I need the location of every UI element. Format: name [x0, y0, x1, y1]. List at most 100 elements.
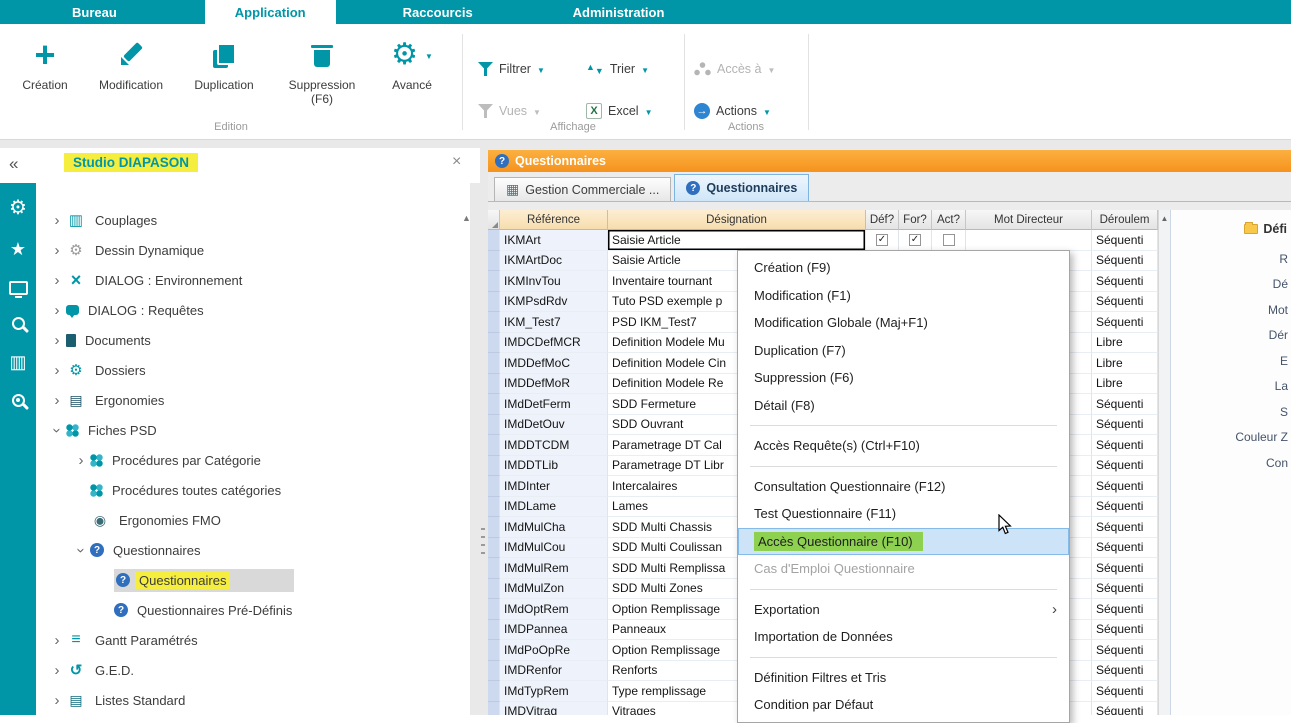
tree-expander-icon[interactable]: ›	[48, 243, 66, 258]
creation-button[interactable]: Création	[14, 32, 76, 92]
avance-button[interactable]: Avancé	[376, 32, 448, 92]
tree-scroll-up-icon[interactable]	[462, 208, 471, 226]
row-selector[interactable]	[488, 599, 500, 620]
actions-button[interactable]: Actions	[694, 100, 771, 122]
menu-item-acces-questionnaire-f10[interactable]: Accès Questionnaire (F10)	[738, 528, 1069, 556]
menu-item-modification-globale-maj-f1[interactable]: Modification Globale (Maj+F1)	[738, 309, 1069, 337]
modification-button[interactable]: Modification	[88, 32, 174, 92]
tree-expander-icon[interactable]: ›	[48, 333, 66, 348]
row-selector[interactable]	[488, 292, 500, 313]
row-selector[interactable]	[488, 661, 500, 682]
tree-item-gantt-parametres[interactable]: ›Gantt Paramétrés	[36, 625, 470, 655]
checkbox-def[interactable]	[876, 234, 888, 246]
column-header-deroulem[interactable]: Déroulem	[1092, 210, 1158, 230]
row-selector[interactable]	[488, 251, 500, 272]
menu-item-test-questionnaire-f11[interactable]: Test Questionnaire (F11)	[738, 500, 1069, 528]
column-header-mot-directeur[interactable]: Mot Directeur	[966, 210, 1092, 230]
column-header-reference[interactable]: Référence	[500, 210, 608, 230]
row-selector[interactable]	[488, 558, 500, 579]
row-selector[interactable]	[488, 333, 500, 354]
top-tab-raccourcis[interactable]: Raccourcis	[373, 0, 503, 24]
tree-expander-icon[interactable]: ›	[48, 663, 66, 678]
tree-expander-icon[interactable]: ›	[48, 213, 66, 228]
checkbox-for[interactable]	[909, 234, 921, 246]
menu-item-suppression-f6[interactable]: Suppression (F6)	[738, 364, 1069, 392]
row-selector[interactable]	[488, 497, 500, 518]
desktop-icon[interactable]	[9, 281, 28, 295]
collapse-sidebar-button[interactable]: «	[9, 154, 18, 174]
row-selector[interactable]	[488, 394, 500, 415]
column-header-for[interactable]: For?	[899, 210, 932, 230]
search-icon[interactable]	[12, 317, 25, 330]
top-tab-administration[interactable]: Administration	[543, 0, 695, 24]
row-selector[interactable]	[488, 374, 500, 395]
menu-item-detail-f8[interactable]: Détail (F8)	[738, 392, 1069, 420]
row-selector[interactable]	[488, 435, 500, 456]
tree-item-dialog-requetes[interactable]: ›DIALOG : Requêtes	[36, 295, 470, 325]
tree-item-procedures-toutes-categories[interactable]: Procédures toutes catégories	[36, 475, 470, 505]
tree-item-couplages[interactable]: ›Couplages	[36, 205, 470, 235]
tree-expander-icon[interactable]: ›	[48, 393, 66, 408]
tree-expander-icon[interactable]: ›	[48, 633, 66, 648]
tree-expander-icon[interactable]: ›	[48, 363, 66, 378]
advanced-search-icon[interactable]	[12, 394, 25, 407]
row-selector[interactable]	[488, 415, 500, 436]
menu-item-modification-f1[interactable]: Modification (F1)	[738, 282, 1069, 310]
trier-button[interactable]: Trier	[586, 58, 649, 80]
tree-expander-icon[interactable]: ›	[74, 541, 89, 559]
tree-expander-icon[interactable]: ›	[48, 273, 66, 288]
tree-item-ergonomies-fmo[interactable]: Ergonomies FMO	[36, 505, 470, 535]
tree-item-questionnaires[interactable]: Questionnaires	[36, 565, 470, 595]
top-tab-bureau[interactable]: Bureau	[42, 0, 147, 24]
filtrer-button[interactable]: Filtrer	[478, 58, 545, 80]
menu-item-importation-de-donnees[interactable]: Importation de Données	[738, 623, 1069, 651]
menu-item-definition-filtres-et-tris[interactable]: Définition Filtres et Tris	[738, 664, 1069, 692]
menu-item-consultation-questionnaire-f12[interactable]: Consultation Questionnaire (F12)	[738, 473, 1069, 501]
favorites-icon[interactable]	[8, 239, 28, 259]
tree-item-dossiers[interactable]: ›Dossiers	[36, 355, 470, 385]
row-selector[interactable]	[488, 620, 500, 641]
excel-button[interactable]: Excel	[586, 100, 653, 122]
close-sidebar-button[interactable]: ×	[452, 153, 461, 171]
tree-item-fiches-psd[interactable]: ›Fiches PSD	[36, 415, 470, 445]
row-selector[interactable]	[488, 681, 500, 702]
tree-expander-icon[interactable]: ›	[72, 453, 90, 468]
table-scrollbar[interactable]	[1158, 210, 1170, 715]
tree-expander-icon[interactable]: ›	[48, 693, 66, 708]
column-header-def[interactable]: Déf?	[866, 210, 899, 230]
row-selector[interactable]	[488, 353, 500, 374]
checkbox-act[interactable]	[943, 234, 955, 246]
tree-item-listes-standard[interactable]: ›Listes Standard	[36, 685, 470, 715]
row-selector[interactable]	[488, 517, 500, 538]
row-selector[interactable]	[488, 640, 500, 661]
row-selector[interactable]	[488, 702, 500, 716]
row-selector[interactable]	[488, 476, 500, 497]
menu-item-acces-requete-s-ctrl-f10[interactable]: Accès Requête(s) (Ctrl+F10)	[738, 432, 1069, 460]
menu-item-creation-f9[interactable]: Création (F9)	[738, 254, 1069, 282]
menu-item-duplication-f7[interactable]: Duplication (F7)	[738, 337, 1069, 365]
menu-item-exportation[interactable]: Exportation›	[738, 596, 1069, 624]
row-selector[interactable]	[488, 230, 500, 251]
row-selector[interactable]	[488, 538, 500, 559]
row-selector[interactable]	[488, 456, 500, 477]
column-header-act[interactable]: Act?	[932, 210, 966, 230]
tree-expander-icon[interactable]: ›	[50, 421, 65, 439]
tree-item-g-e-d[interactable]: ›G.E.D.	[36, 655, 470, 685]
splitter-handle[interactable]	[481, 528, 485, 560]
tree-item-procedures-par-categorie[interactable]: ›Procédures par Catégorie	[36, 445, 470, 475]
column-header-designation[interactable]: Désignation	[608, 210, 866, 230]
column-header-selector[interactable]	[488, 210, 500, 230]
row-selector[interactable]	[488, 312, 500, 333]
tree-item-questionnaires[interactable]: ›Questionnaires	[36, 535, 470, 565]
tree-item-dialog-environnement[interactable]: ›DIALOG : Environnement	[36, 265, 470, 295]
tab-gestion-commerciale[interactable]: Gestion Commerciale ...	[494, 177, 671, 201]
row-selector[interactable]	[488, 579, 500, 600]
tree-expander-icon[interactable]: ›	[48, 303, 66, 318]
modules-icon[interactable]	[8, 352, 28, 372]
duplication-button[interactable]: Duplication	[182, 32, 266, 92]
tree-item-dessin-dynamique[interactable]: ›Dessin Dynamique	[36, 235, 470, 265]
tab-questionnaires[interactable]: Questionnaires	[674, 174, 809, 201]
top-tab-application[interactable]: Application	[205, 0, 336, 24]
menu-item-condition-par-defaut[interactable]: Condition par Défaut	[738, 691, 1069, 719]
tree-item-ergonomies[interactable]: ›Ergonomies	[36, 385, 470, 415]
